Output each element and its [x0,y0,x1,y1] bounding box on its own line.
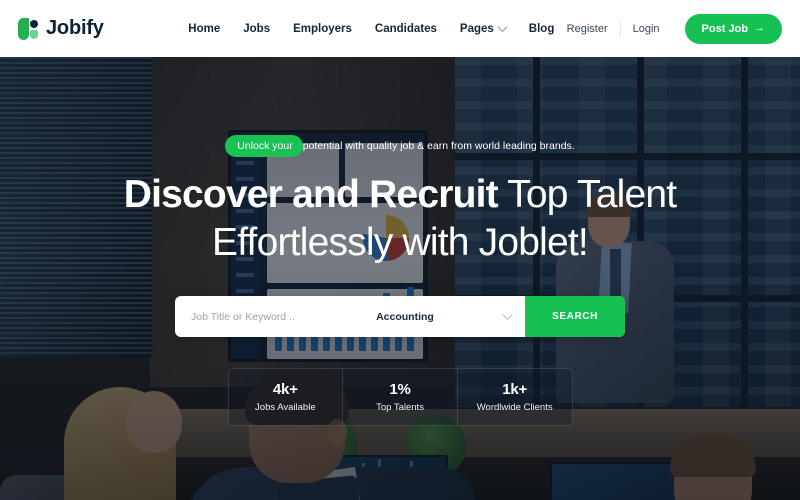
stat-label: Top Talents [376,402,424,413]
nav-item-blog[interactable]: Blog [529,23,555,35]
stat-value: 4k+ [272,381,298,398]
stat-label: Wordlwide Clients [476,402,553,413]
main-navigation: Home Jobs Employers Candidates Pages Blo… [188,22,555,35]
hero-headline: Discover and Recruit Top Talent Effortle… [124,171,677,267]
nav-item-label: Blog [528,22,555,35]
nav-item-label: Candidates [374,22,437,35]
stat-value: 1% [389,381,411,398]
chevron-down-icon [502,310,513,321]
stat-label: Jobs Available [255,402,316,413]
nav-item-label: Pages [459,22,494,35]
hero-stats-panel: 4k+ Jobs Available 1% Top Talents 1k+ Wo… [227,368,573,426]
site-header: Jobify Home Jobs Employers Candidates Pa… [0,0,800,57]
hero-headline-line2: Effortlessly with Joblet! [212,221,589,264]
hero-headline-light: Top Talent [507,173,677,216]
login-link[interactable]: Login [621,23,672,35]
nav-item-home[interactable]: Home [188,23,220,35]
stat-item: 1% Top Talents [342,369,457,425]
search-input[interactable] [175,296,371,337]
hero-headline-bold: Discover and Recruit [123,173,499,216]
register-link[interactable]: Register [555,23,620,35]
brand-name: Jobify [46,17,104,39]
arrow-right-icon: → [754,22,765,34]
job-search-bar: Accounting SEARCH [175,296,625,337]
category-select[interactable]: Accounting [370,296,525,337]
hero-badge-highlight: Unlock your [225,135,303,157]
category-select-value: Accounting [376,310,434,323]
leaf-logo-icon [18,17,40,41]
hero-content: Unlock your potential with quality job &… [0,57,800,500]
nav-item-candidates[interactable]: Candidates [375,23,437,35]
nav-item-label: Home [188,22,221,35]
stat-item: 1k+ Wordlwide Clients [456,369,572,425]
post-job-label: Post Job [701,22,748,35]
nav-item-employers[interactable]: Employers [293,23,352,35]
chevron-down-icon [497,22,508,33]
nav-item-pages[interactable]: Pages [459,22,508,35]
stat-item: 4k+ Jobs Available [229,369,343,425]
brand-logo[interactable]: Jobify [18,17,188,41]
hero-badge-text: potential with quality job & earn from w… [302,140,575,152]
nav-item-label: Jobs [243,22,271,35]
nav-item-jobs[interactable]: Jobs [243,23,270,35]
hero-section: Unlock your potential with quality job &… [0,57,800,500]
nav-item-label: Employers [293,22,352,35]
post-job-button[interactable]: Post Job → [684,13,782,44]
header-actions: Register Login Post Job → [555,13,782,44]
stat-value: 1k+ [502,381,528,398]
search-button[interactable]: SEARCH [525,296,625,337]
hero-badge: Unlock your potential with quality job &… [225,135,575,157]
